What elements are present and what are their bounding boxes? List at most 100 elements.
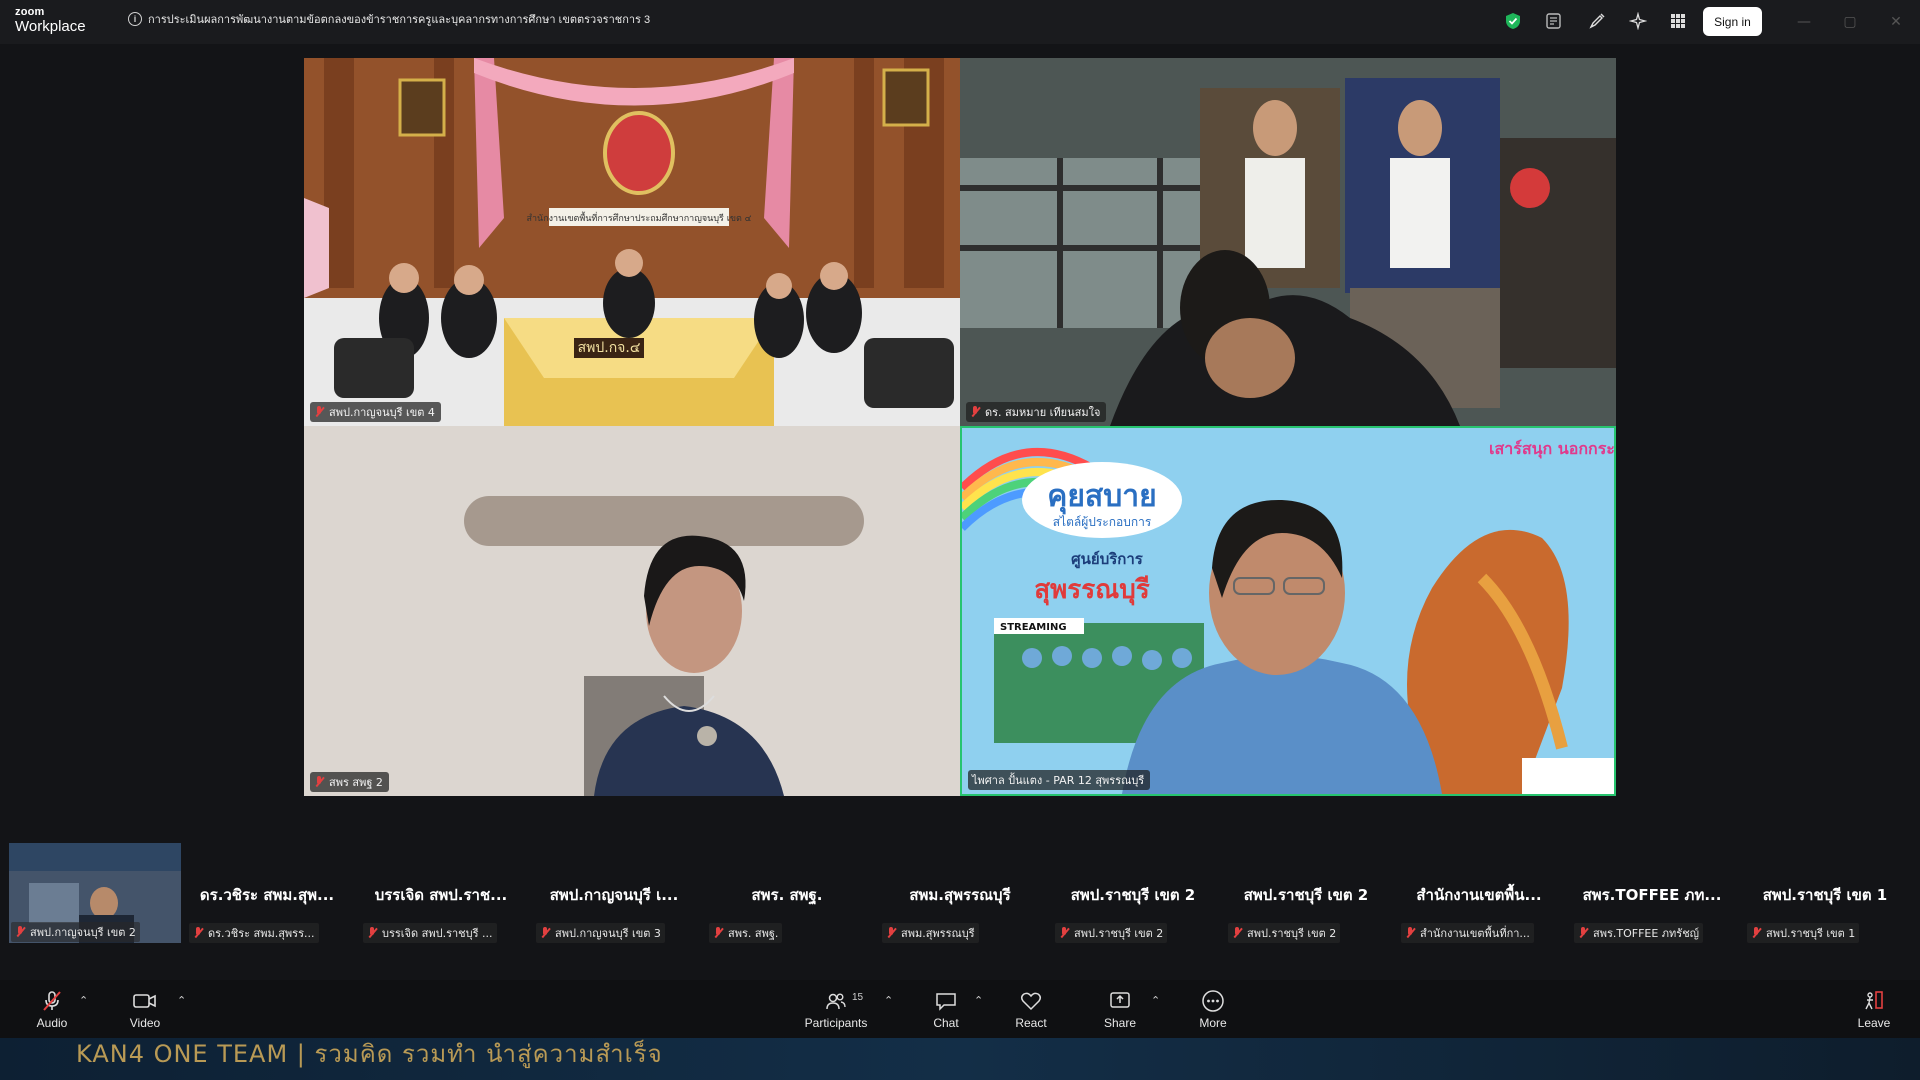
audio-label: Audio <box>36 1015 68 1030</box>
participant-name: ดร.วชิระ สพม.สุพรร... <box>208 927 315 940</box>
close-icon[interactable]: ✕ <box>1886 12 1906 32</box>
virtual-background-poster: คุยสบาย สไตล์ผู้ประกอบการ ศูนย์บริการ สุ… <box>962 428 1614 794</box>
participant-name: สพป.ราชบุรี เขต 2 <box>1247 927 1337 940</box>
poster-subtitle: สไตล์ผู้ประกอบการ <box>1053 515 1152 530</box>
mic-muted-icon <box>367 927 377 939</box>
participant-name-large: ดร.วชิระ สพม.สุพ... <box>199 886 335 904</box>
minimize-icon[interactable]: — <box>1794 12 1814 32</box>
annotate-icon[interactable] <box>1586 10 1608 32</box>
mic-muted-icon <box>1751 927 1761 939</box>
more-label: More <box>1199 1015 1227 1030</box>
chat-button[interactable]: Chat <box>930 980 962 1038</box>
participant-name-large: บรรเจิด สพป.ราช... <box>374 886 508 904</box>
participant-strip: สพป.กาญจนบุรี เขต 2 ดร.วชิระ สพม.สุพ... … <box>0 843 1920 947</box>
mic-muted-icon <box>1059 927 1069 939</box>
audio-options-caret-icon[interactable]: ⌃ <box>79 994 88 1007</box>
logo-line1: zoom <box>15 6 45 18</box>
logo-line2: Workplace <box>15 18 86 35</box>
maximize-icon[interactable]: ▢ <box>1840 12 1860 32</box>
participant-thumbnail[interactable]: สำนักงานเขตพื้น... สำนักงานเขตพื้นที่กา.… <box>1393 843 1565 943</box>
participant-thumbnail[interactable]: สพป.กาญจนบุรี เ... สพป.กาญจนบุรี เขต 3 <box>528 843 700 943</box>
video-tile-2[interactable]: ดร. สมหมาย เทียนสมใจ <box>960 58 1616 426</box>
participant-thumbnail[interactable]: สพร. สพฐ. สพร. สพฐ. <box>701 843 873 943</box>
participant-nametag: สพร สพฐ 2 <box>310 772 389 792</box>
participant-name: สพป.ราชบุรี เขต 1 <box>1766 927 1856 940</box>
encryption-shield-icon[interactable] <box>1502 10 1524 32</box>
participant-nametag: ดร. สมหมาย เทียนสมใจ <box>966 402 1107 422</box>
thumbnail-video[interactable]: สพป.กาญจนบุรี เขต 2 <box>9 843 181 943</box>
office-scene <box>960 58 1616 426</box>
mic-muted-icon <box>193 927 203 939</box>
chat-icon <box>936 992 956 1011</box>
mic-muted-icon <box>43 990 61 1011</box>
participant-name-large: สพป.ราชบุรี เขต 2 <box>1243 886 1369 904</box>
video-tile-4-active-speaker[interactable]: คุยสบาย สไตล์ผู้ประกอบการ ศูนย์บริการ สุ… <box>960 426 1616 796</box>
poster-center: ศูนย์บริการ <box>1071 550 1144 569</box>
participant-name: สพร.TOFFEE ภทรัชญ์ <box>1593 927 1700 940</box>
meeting-info[interactable]: i การประเมินผลการพัฒนางานตามข้อตกลงของข้… <box>128 10 650 28</box>
video-tile-1[interactable]: สำนักงานเขตพื้นที่การศึกษาประถมศึกษากาญจ… <box>304 58 960 426</box>
participant-name-large: สพม.สุพรรณบุรี <box>909 886 1011 904</box>
video-button[interactable]: Video <box>124 980 166 1038</box>
desktop-background-banner: KAN4 ONE TEAM | รวมคิด รวมทำ นำสู่ความสำ… <box>0 1038 1920 1080</box>
participant-name-large: สพป.กาญจนบุรี เ... <box>549 886 679 904</box>
zoom-logo: zoom Workplace <box>15 6 86 35</box>
participants-count: 15 <box>852 992 864 1003</box>
mic-muted-icon <box>15 926 25 938</box>
participant-name-large: สพป.ราชบุรี เขต 1 <box>1762 886 1888 904</box>
share-label: Share <box>1103 1015 1137 1030</box>
poster-corner: เสาร์สนุก นอกกระแส <box>1489 439 1614 459</box>
share-options-caret-icon[interactable]: ⌃ <box>1151 994 1160 1007</box>
meeting-controls: Audio ⌃ Video ⌃ Participants 15 ⌃ Chat ⌃… <box>0 980 1920 1038</box>
notes-icon[interactable] <box>1543 10 1565 32</box>
share-button[interactable]: Share <box>1102 980 1138 1038</box>
participant-thumbnail[interactable]: สพป.ราชบุรี เขต 2 สพป.ราชบุรี เขต 2 <box>1047 843 1219 943</box>
audio-button[interactable]: Audio <box>30 980 74 1038</box>
participants-button[interactable]: Participants <box>800 980 872 1038</box>
participants-label: Participants <box>804 1015 868 1030</box>
more-icon <box>1202 989 1224 1012</box>
mic-muted-icon <box>970 406 980 418</box>
participant-thumbnail[interactable]: สพป.ราชบุรี เขต 1 สพป.ราชบุรี เขต 1 <box>1739 843 1911 943</box>
participant-thumbnail[interactable]: สพป.ราชบุรี เขต 2 สพป.ราชบุรี เขต 2 <box>1220 843 1392 943</box>
poster-title: คุยสบาย <box>1047 479 1156 515</box>
participant-thumbnail[interactable]: ดร.วชิระ สพม.สุพ... ดร.วชิระ สพม.สุพรร..… <box>181 843 353 943</box>
participant-name-large: สพร.TOFFEE ภท... <box>1582 886 1722 904</box>
mic-muted-icon <box>540 927 550 939</box>
participant-name: สพป.กาญจนบุรี เขต 3 <box>555 927 661 940</box>
participant-name: ดร. สมหมาย เทียนสมใจ <box>985 406 1101 419</box>
participant-name: สพร. สพฐ. <box>728 927 779 940</box>
mic-muted-icon <box>713 927 723 939</box>
more-button[interactable]: More <box>1196 980 1230 1038</box>
video-camera-icon <box>133 993 156 1008</box>
react-button[interactable]: React <box>1013 980 1049 1038</box>
leave-button[interactable]: Leave <box>1856 980 1892 1038</box>
participant-thumbnail[interactable]: สพม.สุพรรณบุรี สพม.สุพรรณบุรี <box>874 843 1046 943</box>
apps-grid-icon[interactable] <box>1667 10 1689 32</box>
leave-icon <box>1865 990 1883 1009</box>
participant-name-large: สำนักงานเขตพื้น... <box>1416 886 1542 904</box>
sign-in-button[interactable]: Sign in <box>1703 7 1762 36</box>
participant-name: สพม.สุพรรณบุรี <box>901 927 975 940</box>
participants-options-caret-icon[interactable]: ⌃ <box>884 994 893 1007</box>
mic-muted-icon <box>314 776 324 788</box>
ai-companion-icon[interactable] <box>1627 10 1649 32</box>
participant-name-large: สพป.ราชบุรี เขต 2 <box>1070 886 1196 904</box>
participant-name-large: สพร. สพฐ. <box>751 886 823 904</box>
heart-icon <box>1020 992 1042 1010</box>
mic-muted-icon <box>1232 927 1242 939</box>
video-tile-3[interactable]: สพร สพฐ 2 <box>304 426 960 796</box>
video-options-caret-icon[interactable]: ⌃ <box>177 994 186 1007</box>
participant-thumbnail[interactable]: สพร.TOFFEE ภท... สพร.TOFFEE ภทรัชญ์ <box>1566 843 1738 943</box>
participant-name: สพป.กาญจนบุรี เขต 2 <box>30 926 136 939</box>
participant-thumbnail[interactable]: บรรเจิด สพป.ราช... บรรเจิด สพป.ราชบุรี .… <box>355 843 527 943</box>
info-icon[interactable]: i <box>128 12 142 26</box>
title-bar: zoom Workplace i การประเมินผลการพัฒนางาน… <box>0 0 1920 44</box>
poster-streaming: STREAMING <box>1000 622 1067 633</box>
participant-name: สพป.กาญจนบุรี เขต 4 <box>329 406 435 419</box>
meeting-topic: การประเมินผลการพัฒนางานตามข้อตกลงของข้าร… <box>148 14 651 26</box>
participant-name: สำนักงานเขตพื้นที่กา... <box>1420 927 1530 940</box>
chat-options-caret-icon[interactable]: ⌃ <box>974 994 983 1007</box>
participant-name: ไพศาล ปั้นแตง - PAR 12 สุพรรณบุรี <box>972 774 1145 787</box>
participant-name: บรรเจิด สพป.ราชบุรี ... <box>382 927 493 940</box>
